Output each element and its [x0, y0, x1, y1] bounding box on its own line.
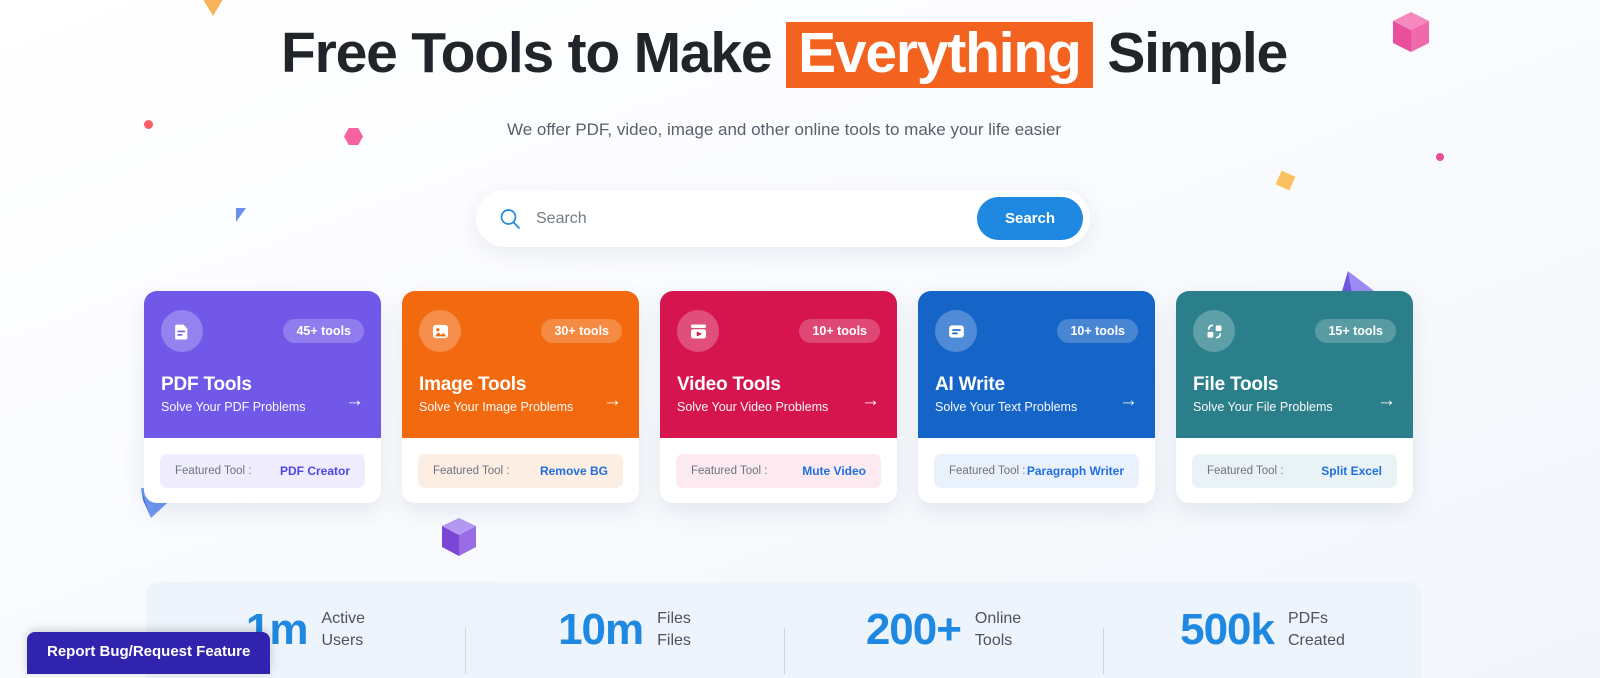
tool-card-video[interactable]: 10+ tools Video Tools Solve Your Video P…	[660, 291, 897, 503]
card-subtitle: Solve Your File Problems	[1193, 400, 1333, 414]
featured-tool-label: Featured Tool :	[691, 464, 768, 477]
search-icon	[498, 207, 522, 231]
stats-bar: 1m Active Users 10m Files Files 200+ Onl…	[146, 582, 1422, 678]
featured-tool-link[interactable]: Remove BG	[540, 464, 608, 478]
report-bug-button[interactable]: Report Bug/Request Feature	[27, 632, 271, 674]
stat-label-line1: Files	[657, 610, 691, 628]
page-title: Free Tools to Make Everything Simple	[0, 21, 1568, 89]
card-title: Video Tools	[677, 374, 781, 395]
headline-part-one: Free Tools to Make	[280, 21, 773, 85]
card-subtitle: Solve Your Video Problems	[677, 400, 829, 414]
featured-tool-pill[interactable]: Featured Tool : Paragraph Writer	[934, 453, 1139, 488]
stat-label-line1: PDFs	[1287, 610, 1328, 628]
card-header: 15+ tools File Tools Solve Your File Pro…	[1176, 291, 1413, 438]
stat-number: 10m	[558, 605, 644, 654]
featured-tool-link[interactable]: PDF Creator	[280, 464, 350, 478]
stat-label: Files Files	[657, 608, 691, 651]
tool-card-ai-write[interactable]: 10+ tools AI Write Solve Your Text Probl…	[918, 291, 1155, 503]
card-tool-count-badge: 10+ tools	[799, 319, 880, 343]
featured-tool-label: Featured Tool :	[1207, 464, 1284, 477]
card-footer: Featured Tool : PDF Creator	[144, 438, 381, 503]
stat-label: Online Tools	[975, 608, 1021, 651]
featured-tool-link[interactable]: Mute Video	[802, 464, 866, 478]
tool-card-pdf[interactable]: 45+ tools PDF Tools Solve Your PDF Probl…	[144, 291, 381, 503]
tool-cards-row: 45+ tools PDF Tools Solve Your PDF Probl…	[144, 291, 1424, 503]
stat-label-line2: Files	[657, 632, 691, 649]
tool-card-file[interactable]: 15+ tools File Tools Solve Your File Pro…	[1176, 291, 1413, 503]
tool-card-image[interactable]: 30+ tools Image Tools Solve Your Image P…	[402, 291, 639, 503]
search-button[interactable]: Search	[977, 197, 1083, 240]
video-icon	[677, 310, 719, 352]
stat-item: 10m Files Files	[465, 605, 784, 674]
card-title: AI Write	[935, 374, 1005, 395]
card-tool-count-badge: 15+ tools	[1315, 319, 1396, 343]
stat-label-line2: Users	[321, 632, 364, 649]
card-tool-count-badge: 30+ tools	[541, 319, 622, 343]
text-lines-icon	[935, 310, 977, 352]
card-subtitle: Solve Your Image Problems	[419, 400, 574, 414]
headline-part-two: Simple	[1107, 21, 1288, 85]
stat-label: PDFs Created	[1288, 608, 1345, 651]
featured-tool-pill[interactable]: Featured Tool : Remove BG	[418, 453, 623, 488]
card-subtitle: Solve Your Text Problems	[935, 400, 1078, 414]
featured-tool-pill[interactable]: Featured Tool : PDF Creator	[160, 453, 365, 488]
card-subtitle: Solve Your PDF Problems	[161, 400, 306, 414]
featured-tool-label: Featured Tool :	[433, 464, 510, 477]
stat-number: 500k	[1180, 605, 1275, 654]
card-header: 10+ tools AI Write Solve Your Text Probl…	[918, 291, 1155, 438]
stat-label: Active Users	[322, 608, 366, 651]
search-bar[interactable]: Search	[476, 190, 1090, 247]
image-icon	[419, 310, 461, 352]
stat-label-line2: Tools	[974, 632, 1013, 649]
yellow-square-decoration	[1275, 170, 1296, 191]
card-header: 10+ tools Video Tools Solve Your Video P…	[660, 291, 897, 438]
stat-item: 200+ Online Tools	[784, 605, 1103, 674]
card-title: File Tools	[1193, 374, 1279, 395]
purple-cube-decoration	[442, 518, 476, 556]
card-tool-count-badge: 45+ tools	[283, 319, 364, 343]
arrow-right-icon[interactable]: →	[345, 391, 364, 410]
search-input[interactable]	[536, 209, 977, 228]
pink-dot-decoration	[1436, 153, 1444, 161]
featured-tool-pill[interactable]: Featured Tool : Split Excel	[1192, 453, 1397, 488]
featured-tool-label: Featured Tool :	[175, 464, 252, 477]
card-footer: Featured Tool : Split Excel	[1176, 438, 1413, 503]
stat-label-line1: Online	[974, 610, 1022, 628]
document-icon	[161, 310, 203, 352]
blue-triangle-decoration	[236, 208, 246, 222]
card-header: 30+ tools Image Tools Solve Your Image P…	[402, 291, 639, 438]
featured-tool-label: Featured Tool :	[949, 464, 1026, 477]
arrow-right-icon[interactable]: →	[1119, 391, 1138, 410]
card-title: Image Tools	[419, 374, 527, 395]
featured-tool-pill[interactable]: Featured Tool : Mute Video	[676, 453, 881, 488]
stat-label-line1: Active	[321, 610, 366, 628]
arrow-right-icon[interactable]: →	[603, 391, 622, 410]
featured-tool-link[interactable]: Split Excel	[1321, 464, 1382, 478]
card-title: PDF Tools	[161, 374, 252, 395]
file-convert-icon	[1193, 310, 1235, 352]
headline-highlight: Everything	[786, 22, 1093, 89]
card-header: 45+ tools PDF Tools Solve Your PDF Probl…	[144, 291, 381, 438]
stat-number: 200+	[865, 605, 962, 654]
card-tool-count-badge: 10+ tools	[1057, 319, 1138, 343]
stat-item: 500k PDFs Created	[1103, 605, 1422, 674]
card-footer: Featured Tool : Paragraph Writer	[918, 438, 1155, 503]
card-footer: Featured Tool : Mute Video	[660, 438, 897, 503]
arrow-right-icon[interactable]: →	[1377, 391, 1396, 410]
orange-triangle-decoration	[195, 0, 231, 16]
arrow-right-icon[interactable]: →	[861, 391, 880, 410]
page-subtitle: We offer PDF, video, image and other onl…	[506, 120, 1062, 139]
card-footer: Featured Tool : Remove BG	[402, 438, 639, 503]
stat-label-line2: Created	[1287, 632, 1345, 649]
featured-tool-link[interactable]: Paragraph Writer	[1027, 464, 1124, 478]
